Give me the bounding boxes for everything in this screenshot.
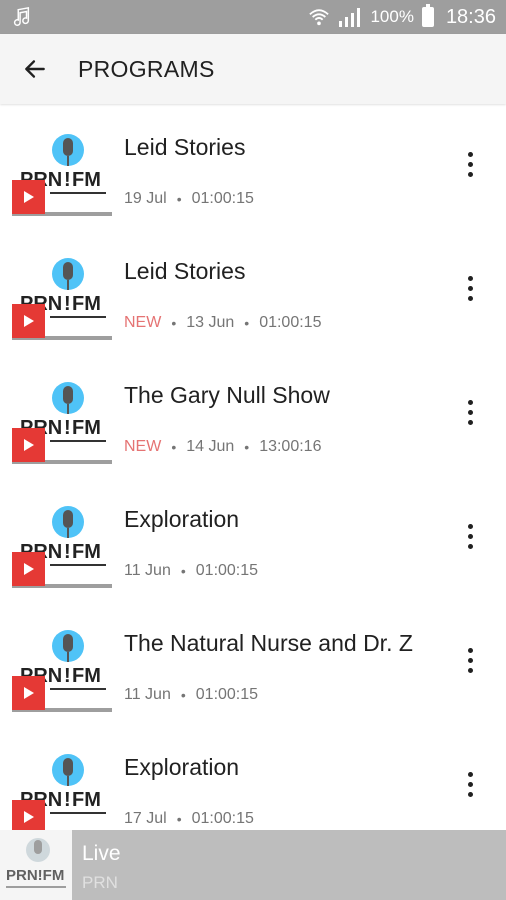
- mini-player-subtitle: PRN: [82, 873, 118, 892]
- program-meta: • 11 Jun • 01:00:15: [124, 562, 258, 580]
- battery-percent: 100%: [370, 7, 414, 26]
- play-icon[interactable]: [12, 180, 45, 214]
- separator-dot: •: [176, 811, 182, 827]
- back-button[interactable]: [0, 34, 70, 104]
- wifi-icon: [309, 9, 330, 26]
- signal-icon: [339, 8, 361, 27]
- new-badge: NEW: [124, 314, 162, 331]
- program-item[interactable]: PRN ! FM Exploration • 17 Jul • 01:00:15: [0, 724, 506, 830]
- svg-text:!: !: [64, 541, 71, 563]
- svg-text:FM: FM: [72, 169, 101, 191]
- play-icon[interactable]: [12, 552, 45, 586]
- program-title: Exploration: [124, 754, 240, 780]
- svg-text:!: !: [64, 417, 71, 439]
- program-list: PRN ! FM Leid Stories • 19 Jul • 01:00:1…: [0, 104, 506, 830]
- svg-text:FM: FM: [72, 665, 101, 687]
- svg-text:FM: FM: [72, 541, 101, 563]
- music-note-icon: [13, 6, 30, 26]
- program-thumbnail: PRN ! FM: [12, 132, 112, 216]
- program-date: 13 Jun: [186, 314, 235, 331]
- play-icon[interactable]: [12, 800, 45, 830]
- svg-text:!: !: [64, 665, 71, 687]
- program-date: 14 Jun: [186, 438, 235, 455]
- svg-text:FM: FM: [72, 417, 101, 439]
- more-options-icon[interactable]: [448, 266, 492, 310]
- program-thumbnail: PRN ! FM: [12, 256, 112, 340]
- prn-fm-logo-icon: PRN!FM: [6, 838, 66, 888]
- svg-text:!: !: [64, 789, 71, 811]
- more-options-icon[interactable]: [448, 762, 492, 806]
- mini-player[interactable]: PRN!FM Live PRN: [0, 830, 506, 900]
- program-thumbnail: PRN ! FM: [12, 628, 112, 712]
- mini-player-thumbnail: PRN!FM: [0, 830, 72, 900]
- program-duration: 01:00:15: [195, 562, 259, 579]
- separator-dot: •: [171, 315, 177, 331]
- svg-text:!: !: [64, 169, 71, 191]
- program-meta: NEW • 13 Jun • 01:00:15: [124, 314, 321, 332]
- more-options-icon[interactable]: [448, 390, 492, 434]
- program-duration: 01:00:15: [191, 810, 254, 827]
- program-title: Exploration: [124, 506, 240, 532]
- separator-dot: •: [176, 191, 182, 207]
- svg-text:FM: FM: [72, 293, 101, 315]
- arrow-left-icon: [25, 60, 45, 78]
- program-meta: • 19 Jul • 01:00:15: [124, 190, 254, 208]
- more-options-icon[interactable]: [448, 514, 492, 558]
- app-bar: PROGRAMS: [0, 34, 506, 104]
- program-date: 11 Jun: [124, 562, 171, 579]
- svg-text:!: !: [64, 293, 71, 315]
- program-thumbnail: PRN ! FM: [12, 752, 112, 830]
- program-date: 19 Jul: [124, 190, 167, 207]
- program-item[interactable]: PRN ! FM The Gary Null Show NEW • 14 Jun…: [0, 352, 506, 476]
- separator-dot: •: [244, 315, 250, 331]
- program-duration: 01:00:15: [191, 190, 254, 207]
- clock: 18:36: [445, 5, 496, 28]
- play-icon[interactable]: [12, 428, 45, 462]
- more-options-icon[interactable]: [448, 638, 492, 682]
- program-duration: 01:00:15: [259, 314, 322, 331]
- status-bar: 100% 18:36: [0, 0, 506, 34]
- svg-text:FM: FM: [72, 789, 101, 811]
- more-options-icon[interactable]: [448, 142, 492, 186]
- mini-player-title: Live: [82, 842, 121, 865]
- svg-text:PRN!FM: PRN!FM: [6, 867, 64, 884]
- program-title: The Natural Nurse and Dr. Z: [124, 630, 413, 656]
- program-item[interactable]: PRN ! FM Exploration • 11 Jun • 01:00:15: [0, 476, 506, 600]
- separator-dot: •: [180, 563, 186, 579]
- program-thumbnail: PRN ! FM: [12, 504, 112, 588]
- program-title: Leid Stories: [124, 258, 246, 284]
- separator-dot: •: [244, 439, 250, 455]
- program-thumbnail: PRN ! FM: [12, 380, 112, 464]
- program-duration: 13:00:16: [259, 438, 322, 455]
- program-title: Leid Stories: [124, 134, 246, 160]
- program-date: 11 Jun: [124, 686, 171, 703]
- program-item[interactable]: PRN ! FM Leid Stories • 19 Jul • 01:00:1…: [0, 104, 506, 228]
- program-item[interactable]: PRN ! FM Leid Stories NEW • 13 Jun • 01:…: [0, 228, 506, 352]
- play-icon[interactable]: [12, 676, 45, 710]
- play-icon[interactable]: [12, 304, 45, 338]
- program-item[interactable]: PRN ! FM The Natural Nurse and Dr. Z • 1…: [0, 600, 506, 724]
- new-badge: NEW: [124, 438, 162, 455]
- battery-icon: [421, 4, 434, 27]
- program-duration: 01:00:15: [195, 686, 259, 703]
- program-meta: • 17 Jul • 01:00:15: [124, 810, 254, 828]
- separator-dot: •: [180, 687, 186, 703]
- page-title: PROGRAMS: [78, 55, 215, 82]
- program-title: The Gary Null Show: [124, 382, 330, 408]
- separator-dot: •: [171, 439, 177, 455]
- program-date: 17 Jul: [124, 810, 167, 827]
- program-meta: • 11 Jun • 01:00:15: [124, 686, 258, 704]
- program-meta: NEW • 14 Jun • 13:00:16: [124, 438, 321, 456]
